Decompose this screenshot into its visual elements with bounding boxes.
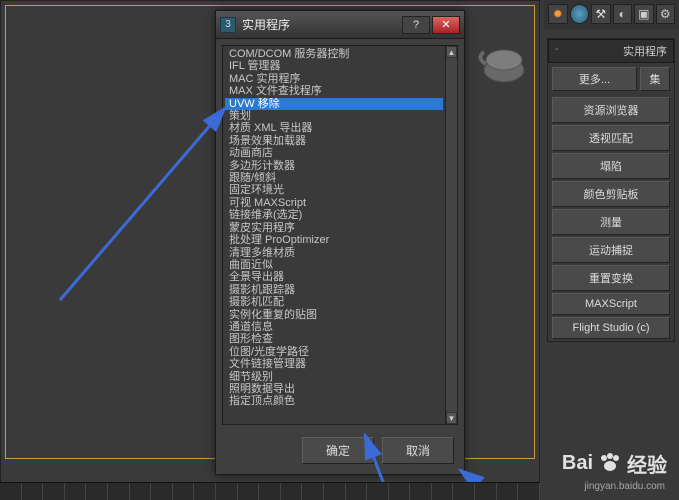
list-item[interactable]: 曲面近似: [225, 259, 443, 271]
utility-button[interactable]: 塌陷: [552, 153, 670, 179]
list-item[interactable]: 固定环境光: [225, 184, 443, 196]
dialog-titlebar[interactable]: 3 实用程序 ? ✕: [216, 11, 464, 39]
globe-icon[interactable]: [570, 4, 590, 24]
list-item[interactable]: IFL 管理器: [225, 60, 443, 72]
list-item[interactable]: 指定顶点颜色: [225, 395, 443, 407]
utility-button[interactable]: Flight Studio (c): [552, 317, 670, 339]
top-toolbar: ✹ ⚒ ◐ ▣ ⚙: [544, 0, 679, 30]
list-item[interactable]: 图形检查: [225, 333, 443, 345]
sun-icon[interactable]: ✹: [548, 4, 568, 24]
utility-button[interactable]: 透视匹配: [552, 125, 670, 151]
watermark-url: jingyan.baidu.com: [584, 481, 665, 492]
utilities-listbox[interactable]: COM/DCOM 服务器控制IFL 管理器MAC 实用程序MAX 文件查找程序U…: [222, 45, 458, 425]
scrollbar[interactable]: ▲ ▼: [445, 46, 457, 424]
utility-button[interactable]: MAXScript: [552, 293, 670, 315]
dialog-title: 实用程序: [242, 16, 400, 33]
list-item[interactable]: 策划: [225, 110, 443, 122]
panel-title: 实用程序: [623, 43, 667, 59]
list-item[interactable]: 位图/光度学路径: [225, 346, 443, 358]
gear-icon[interactable]: ⚙: [656, 4, 676, 24]
list-item[interactable]: 动画商店: [225, 147, 443, 159]
scene-object-teapot: [474, 30, 534, 90]
scroll-up-icon[interactable]: ▲: [446, 46, 457, 58]
list-item[interactable]: 链接维承(选定): [225, 209, 443, 221]
list-item[interactable]: 场景效果加载器: [225, 135, 443, 147]
list-item[interactable]: 实例化重复的贴图: [225, 309, 443, 321]
list-item[interactable]: 批处理 ProOptimizer: [225, 234, 443, 246]
list-item[interactable]: 全景导出器: [225, 271, 443, 283]
utility-button[interactable]: 运动捕捉: [552, 237, 670, 263]
list-item[interactable]: 多边形计数器: [225, 160, 443, 172]
help-button[interactable]: ?: [402, 16, 430, 34]
list-item[interactable]: MAC 实用程序: [225, 73, 443, 85]
paw-icon: [599, 453, 621, 475]
watermark: Bai 经验: [562, 449, 667, 478]
dialog-button-row: 确定 取消: [216, 431, 464, 474]
cancel-button[interactable]: 取消: [382, 437, 454, 464]
list-item[interactable]: 通道信息: [225, 321, 443, 333]
list-item[interactable]: COM/DCOM 服务器控制: [225, 48, 443, 60]
list-item[interactable]: 摄影机匹配: [225, 296, 443, 308]
list-item[interactable]: 细节级别: [225, 371, 443, 383]
list-item[interactable]: 摄影机跟踪器: [225, 284, 443, 296]
more-button[interactable]: 更多...: [552, 67, 637, 91]
utilities-panel: 实用程序 更多... 集 资源浏览器透视匹配塌陷颜色剪贴板测量运动捕捉重置变换M…: [547, 38, 675, 342]
ok-button[interactable]: 确定: [302, 437, 374, 464]
timeline[interactable]: [0, 482, 540, 500]
list-item[interactable]: MAX 文件查找程序: [225, 85, 443, 97]
list-item[interactable]: 材质 XML 导出器: [225, 122, 443, 134]
list-item[interactable]: 清理多维材质: [225, 247, 443, 259]
list-item[interactable]: 蒙皮实用程序: [225, 222, 443, 234]
utilities-dialog: 3 实用程序 ? ✕ COM/DCOM 服务器控制IFL 管理器MAC 实用程序…: [215, 10, 465, 475]
list-item[interactable]: UVW 移除: [225, 98, 443, 110]
camera-icon[interactable]: ▣: [634, 4, 654, 24]
list-item[interactable]: 可视 MAXScript: [225, 197, 443, 209]
utility-button[interactable]: 测量: [552, 209, 670, 235]
watermark-brand-a: Bai: [562, 452, 593, 475]
utility-button[interactable]: 资源浏览器: [552, 97, 670, 123]
utility-button[interactable]: 重置变换: [552, 265, 670, 291]
scroll-down-icon[interactable]: ▼: [446, 412, 457, 424]
panel-header[interactable]: 实用程序: [548, 39, 674, 63]
set-button[interactable]: 集: [640, 67, 670, 91]
list-item[interactable]: 文件链接管理器: [225, 358, 443, 370]
hammer-icon[interactable]: ⚒: [591, 4, 611, 24]
sphere-icon[interactable]: ◐: [613, 4, 633, 24]
list-item[interactable]: 跟随/倾斜: [225, 172, 443, 184]
watermark-brand-b: 经验: [627, 449, 667, 478]
close-button[interactable]: ✕: [432, 16, 460, 34]
list-item[interactable]: 照明数据导出: [225, 383, 443, 395]
utility-button[interactable]: 颜色剪贴板: [552, 181, 670, 207]
app-icon: 3: [220, 17, 236, 33]
